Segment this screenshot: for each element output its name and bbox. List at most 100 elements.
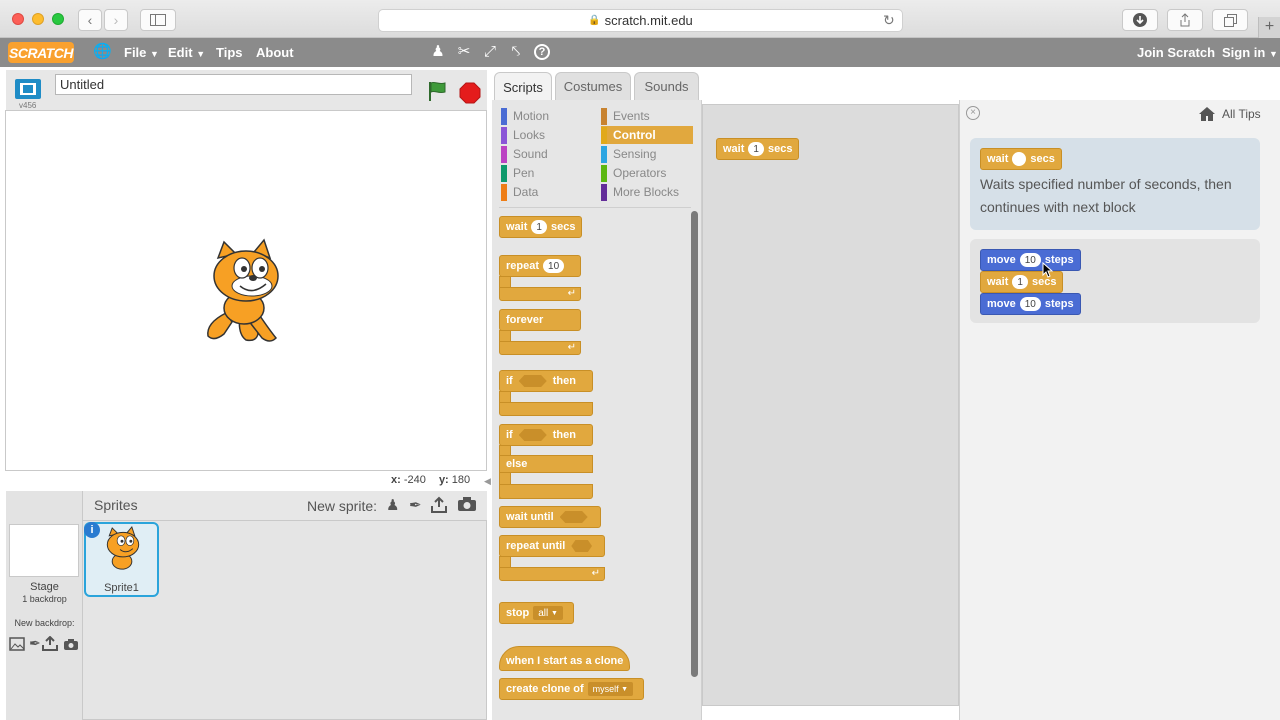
- tabs-button[interactable]: [1212, 9, 1248, 31]
- cat-sprite-on-stage[interactable]: [196, 238, 296, 344]
- category-looks[interactable]: Looks: [501, 126, 591, 144]
- block-wait-until[interactable]: wait until: [499, 506, 601, 528]
- boolean-slot[interactable]: [518, 375, 547, 387]
- all-tips-link[interactable]: All Tips: [1222, 107, 1261, 121]
- number-input[interactable]: 1: [748, 142, 764, 156]
- edit-menu[interactable]: Edit ▼: [168, 45, 205, 60]
- backdrop-camera-icon[interactable]: [63, 638, 79, 652]
- maximize-window-button[interactable]: [52, 13, 64, 25]
- block-when-i-start-as-clone[interactable]: when I start as a clone: [499, 646, 631, 671]
- number-input[interactable]: 1: [531, 220, 547, 234]
- block-if-then[interactable]: if then: [499, 370, 594, 417]
- category-data[interactable]: Data: [501, 183, 591, 201]
- sign-in-menu[interactable]: Sign in ▼: [1222, 45, 1278, 60]
- camera-icon[interactable]: [457, 496, 477, 514]
- script-block-wait-secs[interactable]: wait 1 secs: [716, 138, 800, 160]
- minimize-window-button[interactable]: [32, 13, 44, 25]
- block-text: secs: [1030, 153, 1055, 165]
- block-if-else[interactable]: if then else: [499, 424, 594, 499]
- script-area[interactable]: [702, 104, 959, 706]
- category-motion[interactable]: Motion: [501, 107, 591, 125]
- block-create-clone[interactable]: create clone of myself ▼: [499, 678, 645, 700]
- category-sound[interactable]: Sound: [501, 145, 591, 163]
- tips-menu[interactable]: Tips: [216, 45, 243, 60]
- home-icon[interactable]: [1198, 106, 1216, 122]
- clone-dropdown[interactable]: myself ▼: [587, 682, 634, 696]
- category-label: Operators: [613, 166, 667, 180]
- block-help-icon[interactable]: ?: [534, 44, 550, 60]
- stop-sign-icon: [459, 82, 481, 104]
- caret-down-icon: ▼: [621, 685, 629, 693]
- sidebar-button[interactable]: [140, 9, 176, 31]
- category-label: More Blocks: [613, 185, 680, 199]
- palette-divider: [499, 207, 691, 208]
- tab-scripts[interactable]: Scripts: [494, 72, 552, 102]
- duplicate-stamp-icon[interactable]: ♟: [430, 44, 446, 60]
- color-swatch: [501, 164, 507, 182]
- category-operators[interactable]: Operators: [601, 164, 693, 182]
- stop-button[interactable]: [459, 82, 481, 104]
- number-input: 1: [1012, 275, 1028, 289]
- join-scratch-link[interactable]: Join Scratch: [1137, 45, 1215, 60]
- fullscreen-button[interactable]: [14, 78, 42, 100]
- version-label: v456: [19, 101, 37, 110]
- category-pen[interactable]: Pen: [501, 164, 591, 182]
- block-wait-secs[interactable]: wait 1 secs: [499, 216, 583, 238]
- x-value: -240: [403, 474, 426, 486]
- backdrop-library-icon[interactable]: [9, 637, 25, 651]
- palette-scrollbar[interactable]: [691, 211, 698, 677]
- close-window-button[interactable]: [12, 13, 24, 25]
- boolean-slot[interactable]: [559, 511, 588, 523]
- block-stop[interactable]: stop all ▼: [499, 602, 574, 624]
- grow-icon[interactable]: ⤢: [482, 44, 498, 60]
- sprite1-cat-thumbnail: [98, 525, 148, 578]
- number-input[interactable]: 10: [543, 259, 565, 273]
- color-swatch: [601, 107, 607, 125]
- about-menu[interactable]: About: [256, 45, 294, 60]
- url-text: scratch.mit.edu: [604, 13, 693, 28]
- block-text: then: [552, 375, 576, 387]
- stage-label: Stage: [30, 581, 59, 593]
- category-events[interactable]: Events: [601, 107, 693, 125]
- block-text: create clone of: [506, 683, 584, 695]
- category-sensing[interactable]: Sensing: [601, 145, 693, 163]
- delete-scissors-icon[interactable]: ✂: [456, 44, 472, 60]
- close-tips-icon[interactable]: ×: [966, 106, 980, 120]
- stop-dropdown[interactable]: all ▼: [533, 606, 563, 620]
- scratch-logo[interactable]: SCRATCH: [8, 42, 74, 63]
- block-repeat-until[interactable]: repeat until ↵: [499, 535, 606, 582]
- block-repeat[interactable]: repeat 10 ↵: [499, 255, 583, 301]
- back-button[interactable]: ‹: [78, 9, 102, 31]
- shrink-icon[interactable]: ⤣: [508, 44, 524, 60]
- block-text: wait: [987, 276, 1009, 288]
- forward-button[interactable]: ›: [104, 9, 128, 31]
- category-label: Control: [613, 128, 656, 142]
- upload-backdrop-icon[interactable]: [42, 635, 58, 652]
- category-control[interactable]: Control: [601, 126, 693, 144]
- language-globe-icon[interactable]: 🌐: [93, 44, 112, 60]
- stage-thumbnail[interactable]: [9, 524, 79, 577]
- tab-costumes[interactable]: Costumes: [555, 72, 631, 100]
- paint-backdrop-icon[interactable]: ✒: [29, 635, 41, 652]
- sprite-library-icon[interactable]: ♟: [386, 496, 404, 514]
- fullscreen-icon: [15, 79, 41, 99]
- block-text: secs: [550, 221, 576, 233]
- new-tab-button[interactable]: +: [1258, 17, 1280, 38]
- boolean-slot[interactable]: [571, 540, 592, 552]
- paint-brush-icon[interactable]: ✒: [409, 496, 427, 514]
- file-menu[interactable]: File ▼: [124, 45, 159, 60]
- upload-sprite-icon[interactable]: [430, 496, 448, 514]
- tab-sounds[interactable]: Sounds: [634, 72, 699, 100]
- boolean-slot[interactable]: [518, 429, 547, 441]
- reload-icon[interactable]: ↻: [883, 12, 895, 29]
- collapse-stage-icon[interactable]: ◀: [484, 476, 491, 487]
- download-button[interactable]: [1122, 9, 1158, 31]
- share-button[interactable]: [1167, 9, 1203, 31]
- block-text: steps: [1044, 298, 1074, 310]
- category-more-blocks[interactable]: More Blocks: [601, 183, 693, 201]
- address-bar[interactable]: 🔒 scratch.mit.edu: [378, 9, 903, 32]
- block-forever[interactable]: forever ↵: [499, 309, 583, 355]
- project-title-input[interactable]: [55, 74, 412, 95]
- green-flag-button[interactable]: [426, 80, 448, 102]
- block-text: wait until: [506, 511, 554, 523]
